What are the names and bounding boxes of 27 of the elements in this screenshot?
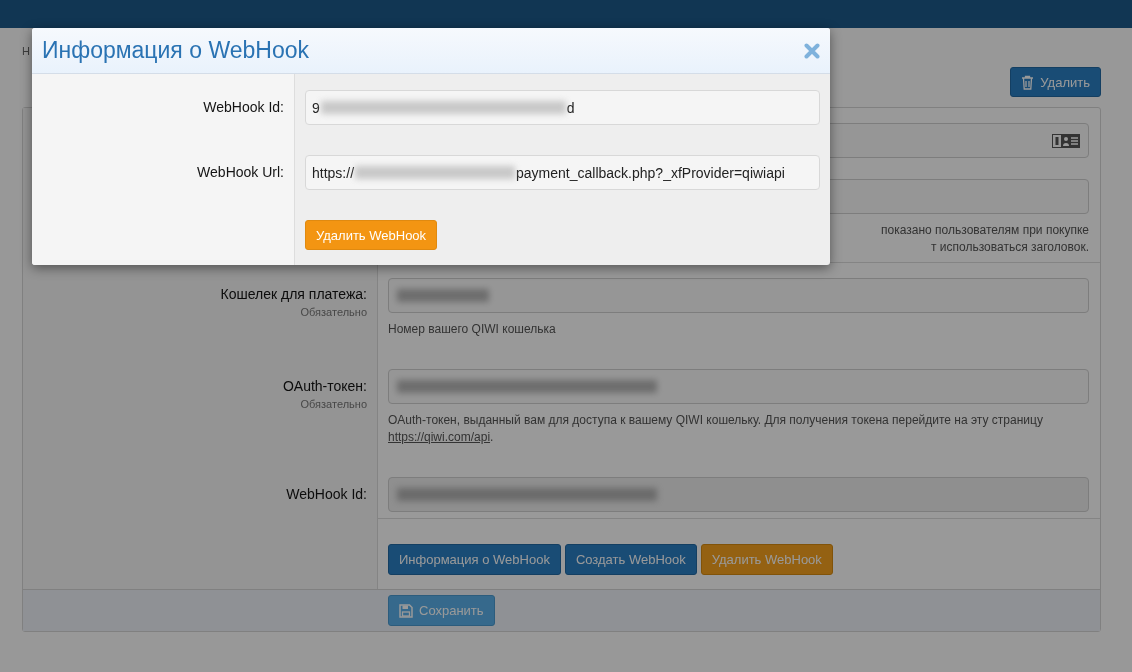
hint-text: OAuth-токен, выданный вам для доступа к вашему QIWI кошельку. Для получения токена перейдите на эту страницу https://qiwi.com/api. — [388, 412, 1044, 446]
input-field[interactable] — [388, 278, 1089, 313]
webhook-button[interactable]: Создать WebHook — [564, 544, 697, 575]
input-field[interactable] — [388, 477, 1089, 512]
hint-text: Номер вашего QIWI кошелька — [388, 321, 557, 338]
webhook-button[interactable]: Информация о WebHook — [388, 544, 561, 575]
field-label: WebHook Id: — [203, 99, 284, 117]
contact-card-icon — [1052, 133, 1080, 148]
save-button[interactable]: Сохранить — [388, 595, 495, 626]
input-field[interactable]: 9 d — [305, 90, 820, 125]
required-note: Обязательно — [300, 398, 367, 410]
hint-text: т использоваться заголовок. — [931, 239, 1089, 256]
hint-text: показано пользователям при покупке — [881, 222, 1089, 239]
close-icon[interactable] — [804, 42, 820, 59]
webhook-button[interactable]: Удалить WebHook — [700, 544, 833, 575]
field-label: Кошелек для платежа: — [220, 286, 367, 302]
field-label: WebHook Url: — [197, 164, 284, 182]
modal-title: Информация о WebHook — [42, 37, 309, 64]
required-note: Обязательно — [300, 306, 367, 318]
input-field[interactable] — [388, 369, 1089, 404]
field-label: OAuth-токен: — [282, 378, 367, 394]
delete-webhook-button[interactable]: Удалить WebHook — [305, 220, 438, 250]
trash-icon — [1021, 74, 1035, 90]
delete-button[interactable]: Удалить — [1010, 67, 1101, 97]
floppy-icon — [399, 603, 413, 618]
input-field[interactable]: https:// payment_callback.php?_xfProvider=qiwiapi — [305, 155, 820, 190]
field-label: WebHook Id: — [286, 486, 367, 502]
